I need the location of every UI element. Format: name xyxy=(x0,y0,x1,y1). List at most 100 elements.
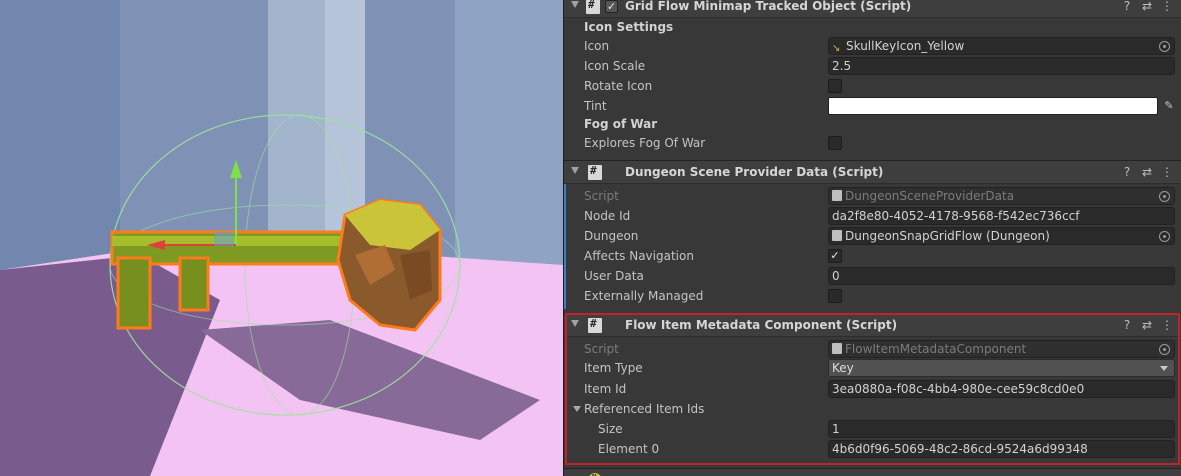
component-menu-icon[interactable]: ⋮ xyxy=(1160,165,1174,179)
icon-scale-input[interactable]: 2.5 xyxy=(828,57,1175,75)
explores-fog-label: Explores Fog Of War xyxy=(584,136,706,150)
size-input[interactable]: 1 xyxy=(828,420,1175,438)
eyedropper-icon[interactable]: ✎ xyxy=(1162,99,1176,113)
referenced-item-ids-label[interactable]: Referenced Item Ids xyxy=(584,402,704,416)
node-id-row: Node Id da2f8e80-4052-4178-9568-f542ec73… xyxy=(564,206,1181,226)
inspector-panel: ✓ Grid Flow Minimap Tracked Object (Scri… xyxy=(563,0,1181,476)
help-icon[interactable]: ? xyxy=(1120,318,1134,332)
dungeon-row: Dungeon DungeonSnapGridFlow (Dungeon) xyxy=(564,226,1181,246)
element-0-label: Element 0 xyxy=(598,442,660,456)
script-label: Script xyxy=(584,342,619,356)
item-type-dropdown[interactable]: Key xyxy=(828,359,1175,377)
presets-icon[interactable]: ⇄ xyxy=(1140,165,1154,179)
size-label: Size xyxy=(598,422,623,436)
affects-navigation-label: Affects Navigation xyxy=(584,249,694,263)
element-0-input[interactable]: 4b6d0f96-5069-48c2-86cd-9524a6d99348 xyxy=(828,440,1175,458)
affects-navigation-checkbox[interactable]: ✓ xyxy=(828,249,842,263)
scene-wall-right xyxy=(455,0,563,300)
script-file-icon xyxy=(832,190,842,201)
component-enable-checkbox[interactable]: ✓ xyxy=(605,0,618,13)
affects-navigation-row: Affects Navigation ✓ xyxy=(564,246,1181,266)
icon-row: Icon ↘ SkullKeyIcon_Yellow xyxy=(564,36,1181,56)
fold-arrow-icon[interactable] xyxy=(571,1,579,8)
object-picker-icon xyxy=(1159,344,1170,355)
foldout-arrow-icon[interactable] xyxy=(573,406,581,412)
gizmo-plane-handle[interactable] xyxy=(214,232,234,246)
object-picker-icon[interactable] xyxy=(1159,41,1170,52)
component-title: Flow Item Metadata Component (Script) xyxy=(625,318,898,332)
rotate-icon-label: Rotate Icon xyxy=(584,79,653,93)
explores-fog-checkbox[interactable] xyxy=(828,136,842,150)
icon-settings-header: Icon Settings xyxy=(584,20,674,34)
item-type-value: Key xyxy=(832,361,854,375)
script-row: Script DungeonSceneProviderData xyxy=(564,186,1181,206)
scene-view[interactable] xyxy=(0,0,563,476)
dungeon-label: Dungeon xyxy=(584,229,639,243)
fold-arrow-icon[interactable] xyxy=(571,167,579,174)
icon-settings-row: Icon Settings xyxy=(564,17,1181,37)
object-picker-icon xyxy=(1159,191,1170,202)
item-type-row: Item Type Key xyxy=(564,358,1181,378)
key-tooth-2[interactable] xyxy=(178,256,210,312)
metadata-component-header[interactable]: Flow Item Metadata Component (Script) ? … xyxy=(564,313,1181,337)
provider-component-header[interactable]: Dungeon Scene Provider Data (Script) ? ⇄… xyxy=(564,160,1181,184)
rotate-icon-checkbox[interactable] xyxy=(828,79,842,93)
script-object-field: FlowItemMetadataComponent xyxy=(828,340,1175,358)
component-menu-icon[interactable]: ⋮ xyxy=(1160,318,1174,332)
next-component-header[interactable] xyxy=(564,468,1181,476)
help-icon[interactable]: ? xyxy=(1120,165,1134,179)
object-picker-icon[interactable] xyxy=(1159,231,1170,242)
item-id-input[interactable]: 3ea0880a-f08c-4bb4-980e-cee59c8cd0e0 xyxy=(828,380,1175,398)
sprite-icon: ↘ xyxy=(832,43,841,54)
node-id-label: Node Id xyxy=(584,209,631,223)
script-file-icon xyxy=(832,343,842,354)
script-value: FlowItemMetadataComponent xyxy=(845,342,1027,356)
item-id-label: Item Id xyxy=(584,382,627,396)
help-icon[interactable]: ? xyxy=(1120,0,1134,13)
metadata-script-row: Script FlowItemMetadataComponent xyxy=(564,339,1181,359)
minimap-component-header[interactable]: ✓ Grid Flow Minimap Tracked Object (Scri… xyxy=(564,0,1181,18)
dungeon-value: DungeonSnapGridFlow (Dungeon) xyxy=(845,229,1050,243)
component-menu-icon[interactable]: ⋮ xyxy=(1160,0,1174,13)
tint-label: Tint xyxy=(584,99,607,113)
explores-fog-row: Explores Fog Of War xyxy=(564,133,1181,153)
icon-object-field[interactable]: ↘ SkullKeyIcon_Yellow xyxy=(828,37,1175,55)
key-tooth-1[interactable] xyxy=(116,256,152,330)
script-value: DungeonSceneProviderData xyxy=(845,189,1015,203)
dungeon-object-field[interactable]: DungeonSnapGridFlow (Dungeon) xyxy=(828,227,1175,245)
user-data-label: User Data xyxy=(584,269,644,283)
dropdown-arrow-icon xyxy=(1160,366,1168,371)
fog-of-war-header: Fog of War xyxy=(584,117,658,131)
icon-value: SkullKeyIcon_Yellow xyxy=(846,39,965,53)
script-object-field: DungeonSceneProviderData xyxy=(828,187,1175,205)
rotate-icon-row: Rotate Icon xyxy=(564,76,1181,96)
presets-icon[interactable]: ⇄ xyxy=(1140,0,1154,13)
tint-color-field[interactable] xyxy=(828,97,1158,115)
icon-scale-label: Icon Scale xyxy=(584,59,646,73)
icon-label: Icon xyxy=(584,39,610,53)
user-data-row: User Data 0 xyxy=(564,266,1181,286)
script-icon xyxy=(588,164,602,180)
script-icon xyxy=(588,317,602,333)
externally-managed-checkbox[interactable] xyxy=(828,289,842,303)
dungeon-object-icon xyxy=(832,230,842,241)
presets-icon[interactable]: ⇄ xyxy=(1140,318,1154,332)
element-0-row: Element 0 4b6d0f96-5069-48c2-86cd-9524a6… xyxy=(564,439,1181,459)
tint-row: Tint ✎ xyxy=(564,96,1181,116)
scene-canvas[interactable] xyxy=(0,0,563,476)
size-row: Size 1 xyxy=(564,419,1181,439)
component-title: Dungeon Scene Provider Data (Script) xyxy=(625,165,884,179)
icon-scale-row: Icon Scale 2.5 xyxy=(564,56,1181,76)
referenced-item-ids-row[interactable]: Referenced Item Ids xyxy=(564,399,1181,419)
item-type-label: Item Type xyxy=(584,361,643,375)
fog-of-war-row: Fog of War xyxy=(564,114,1181,134)
fold-arrow-icon[interactable] xyxy=(571,320,579,327)
item-id-row: Item Id 3ea0880a-f08c-4bb4-980e-cee59c8c… xyxy=(564,379,1181,399)
node-id-input[interactable]: da2f8e80-4052-4178-9568-f542ec736ccf xyxy=(828,207,1175,225)
externally-managed-label: Externally Managed xyxy=(584,289,704,303)
script-label: Script xyxy=(584,189,619,203)
component-title: Grid Flow Minimap Tracked Object (Script… xyxy=(625,0,912,13)
user-data-input[interactable]: 0 xyxy=(828,267,1175,285)
script-icon xyxy=(586,0,600,14)
externally-managed-row: Externally Managed xyxy=(564,286,1181,306)
